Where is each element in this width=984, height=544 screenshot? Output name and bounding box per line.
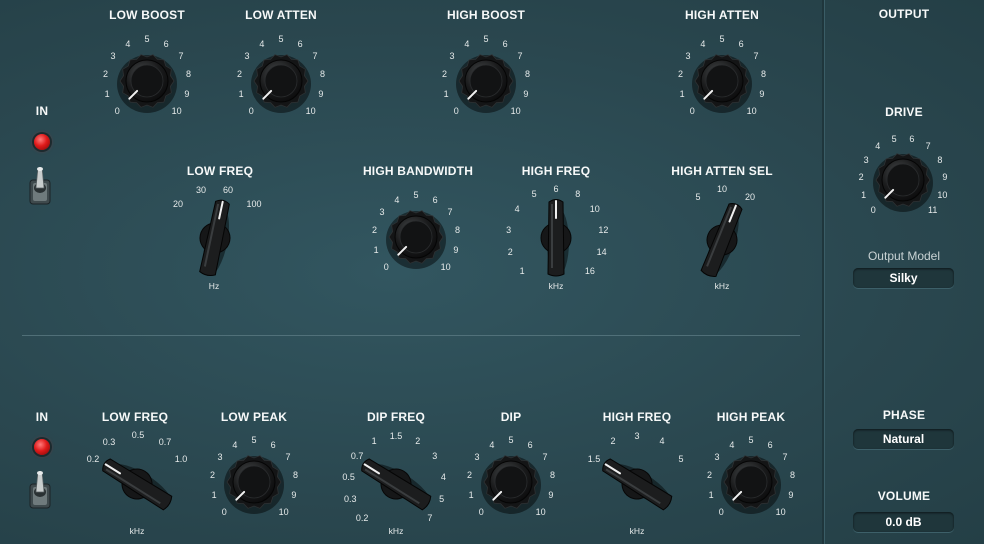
low-peak-title: LOW PEAK — [220, 410, 288, 424]
dip-title: DIP — [500, 410, 522, 424]
lower-in-label: IN — [35, 410, 49, 424]
high-atten-sel-title: HIGH ATTEN SEL — [671, 164, 773, 178]
high-atten-sel-selector-knob[interactable] — [677, 195, 767, 285]
high-peak-knob[interactable] — [711, 442, 791, 522]
low-boost-title: LOW BOOST — [109, 8, 185, 22]
upper-low-freq-selector-knob[interactable] — [170, 193, 260, 283]
high-bandwidth-knob[interactable] — [376, 197, 456, 277]
lower-in-toggle-switch[interactable] — [27, 470, 53, 510]
output-section-divider — [822, 0, 824, 544]
dip-freq-selector-knob[interactable] — [351, 439, 441, 529]
phase-select[interactable]: Natural — [853, 429, 954, 449]
upper-low-freq-title: LOW FREQ — [186, 164, 254, 178]
upper-in-led — [34, 134, 50, 150]
upper-in-label: IN — [35, 104, 49, 118]
volume-label: VOLUME — [877, 489, 931, 503]
high-boost-knob[interactable] — [446, 41, 526, 121]
high-atten-sel-tick-10: 10 — [716, 184, 728, 194]
drive-title: DRIVE — [885, 105, 923, 119]
lower-low-freq-title: LOW FREQ — [101, 410, 169, 424]
output-model-label: Output Model — [867, 249, 941, 263]
high-boost-title: HIGH BOOST — [446, 8, 526, 22]
lower-low-freq-selector-knob[interactable] — [92, 439, 182, 529]
output-model-select[interactable]: Silky — [853, 268, 954, 288]
high-bandwidth-title: HIGH BANDWIDTH — [362, 164, 474, 178]
upper-high-freq-selector-knob[interactable] — [511, 193, 601, 283]
upper-in-toggle-switch[interactable] — [27, 166, 53, 206]
low-boost-knob[interactable] — [107, 41, 187, 121]
dip-freq-title: DIP FREQ — [366, 410, 426, 424]
low-atten-knob[interactable] — [241, 41, 321, 121]
low-peak-knob[interactable] — [214, 442, 294, 522]
lower-in-led — [34, 439, 50, 455]
high-atten-title: HIGH ATTEN — [685, 8, 759, 22]
lower-high-freq-selector-knob[interactable] — [592, 439, 682, 529]
lower-high-freq-title: HIGH FREQ — [602, 410, 672, 424]
phase-label: PHASE — [882, 408, 926, 422]
section-divider — [22, 335, 800, 336]
dip-freq-scale-tick-8: 4 — [440, 471, 446, 482]
drive-knob[interactable] — [863, 140, 943, 220]
high-peak-title: HIGH PEAK — [716, 410, 786, 424]
low-atten-title: LOW ATTEN — [245, 8, 317, 22]
dip-knob[interactable] — [471, 442, 551, 522]
drive-knob-tick-9: 9 — [942, 172, 948, 182]
volume-field[interactable]: 0.0 dB — [853, 512, 954, 532]
output-title: OUTPUT — [878, 7, 930, 21]
high-atten-knob[interactable] — [682, 41, 762, 121]
upper-high-freq-title: HIGH FREQ — [521, 164, 591, 178]
